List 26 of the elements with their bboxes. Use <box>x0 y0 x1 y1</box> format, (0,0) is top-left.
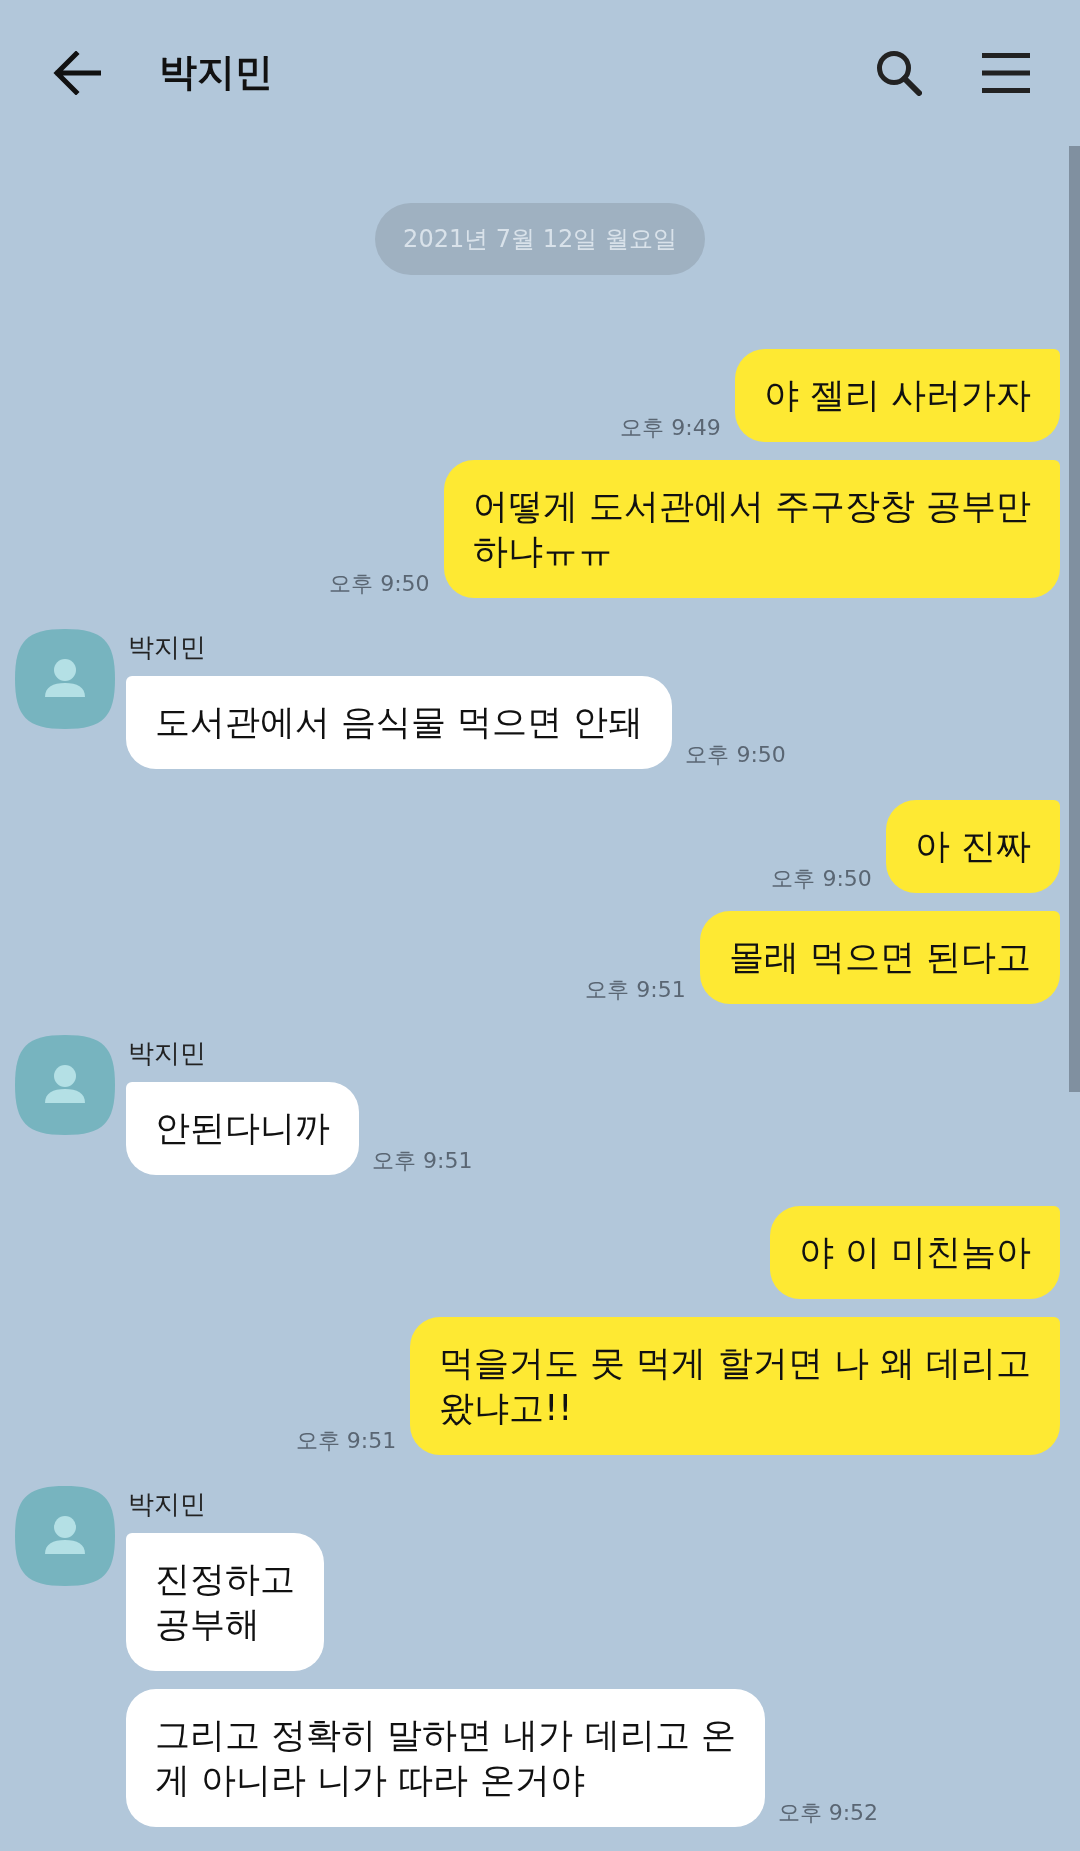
sender-name: 박지민 <box>127 1488 206 1521</box>
message-time: 오후 9:50 <box>771 866 872 892</box>
back-arrow-icon[interactable] <box>53 51 101 95</box>
message-time: 오후 9:52 <box>777 1800 879 1826</box>
message-time: 오후 9:51 <box>585 977 686 1003</box>
sender-name: 박지민 <box>127 1037 206 1070</box>
message-time: 오후 9:51 <box>372 1148 473 1174</box>
message-time: 오후 9:51 <box>295 1428 397 1454</box>
message-bubble: 먹을거도 못 먹게 할거면 나 왜 데리고 왔냐고!! <box>410 1317 1060 1455</box>
date-divider: 2021년 7월 12일 월요일 <box>375 203 705 275</box>
chat-title: 박지민 <box>159 50 273 96</box>
search-icon[interactable] <box>876 50 922 96</box>
message-bubble: 몰래 먹으면 된다고 <box>699 911 1060 1004</box>
message-time: 오후 9:50 <box>329 571 430 597</box>
message-bubble: 도서관에서 음식물 먹으면 안돼 <box>126 676 673 769</box>
message-bubble: 어떻게 도서관에서 주구장창 공부만 하냐ㅠㅠ <box>443 460 1060 598</box>
message-time: 오후 9:49 <box>620 415 721 441</box>
message-bubble: 안된다니까 <box>126 1082 359 1175</box>
message-bubble: 진정하고 공부해 <box>126 1533 324 1671</box>
message-time: 오후 9:50 <box>685 742 786 768</box>
message-bubble: 야 이 미친놈아 <box>769 1206 1060 1299</box>
message-bubble: 아 진짜 <box>885 800 1060 893</box>
message-bubble: 야 젤리 사러가자 <box>734 349 1060 442</box>
sender-name: 박지민 <box>127 631 206 664</box>
message-bubble: 그리고 정확히 말하면 내가 데리고 온 게 아니라 니가 따라 온거야 <box>126 1689 765 1827</box>
menu-icon[interactable] <box>982 53 1030 93</box>
